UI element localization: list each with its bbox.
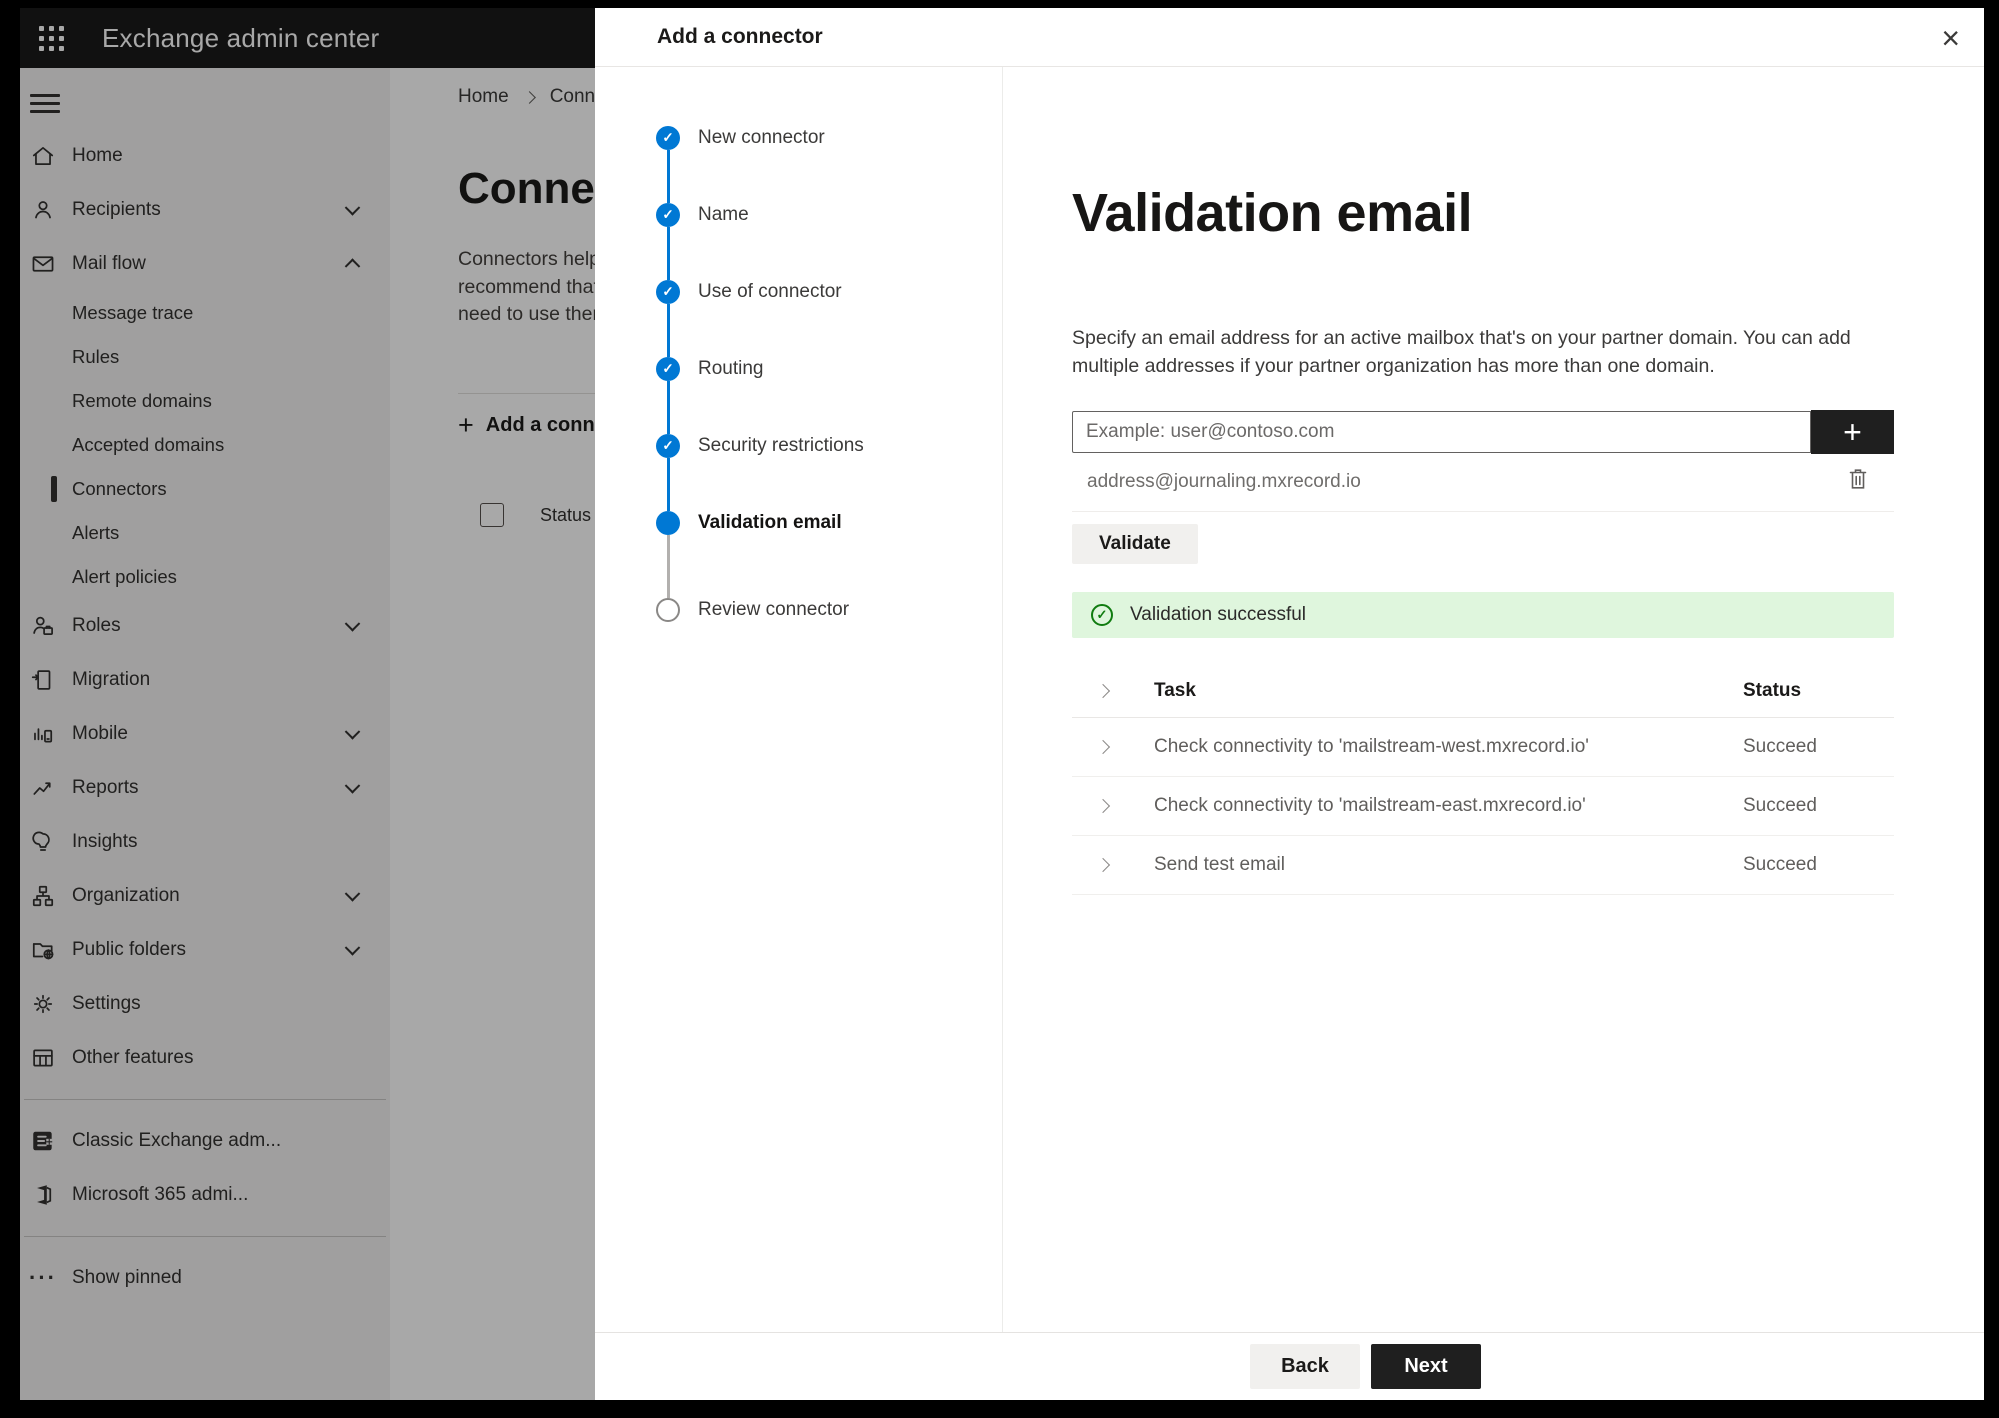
table-header-row: Task Status xyxy=(1072,665,1894,718)
step-connector-line xyxy=(666,304,670,357)
step-use-of-connector[interactable]: ✓ Use of connector xyxy=(656,280,1002,304)
plus-icon: + xyxy=(1843,414,1862,450)
step-check-icon: ✓ xyxy=(656,203,680,227)
expand-row-chevron-icon[interactable] xyxy=(1095,857,1111,873)
status-cell: Succeed xyxy=(1743,736,1817,757)
wizard-header: Add a connector × xyxy=(595,8,1984,67)
exchange-admin-app: Exchange admin center Home Recipients Ma… xyxy=(20,8,1984,1400)
success-check-icon: ✓ xyxy=(1091,604,1113,626)
next-button[interactable]: Next xyxy=(1371,1344,1481,1389)
status-cell: Succeed xyxy=(1743,854,1817,875)
step-todo-dot xyxy=(656,598,680,622)
step-security-restrictions[interactable]: ✓ Security restrictions xyxy=(656,434,1002,458)
step-connector-line xyxy=(666,535,670,598)
expand-all-chevron-icon[interactable] xyxy=(1095,683,1111,699)
close-icon[interactable]: × xyxy=(1933,12,1968,65)
address-value: address@journaling.mxrecord.io xyxy=(1087,471,1361,492)
add-connector-wizard: Add a connector × ✓ New connector ✓ Name… xyxy=(595,8,1984,1400)
step-connector-line xyxy=(666,227,670,280)
step-routing[interactable]: ✓ Routing xyxy=(656,357,1002,381)
add-address-button[interactable]: + xyxy=(1811,410,1894,454)
step-current-dot xyxy=(656,511,680,535)
wizard-footer: Back Next xyxy=(595,1332,1984,1400)
task-cell: Check connectivity to 'mailstream-east.m… xyxy=(1154,795,1586,816)
success-banner: ✓ Validation successful xyxy=(1072,592,1894,638)
step-name[interactable]: ✓ Name xyxy=(656,203,1002,227)
step-check-icon: ✓ xyxy=(656,357,680,381)
step-check-icon: ✓ xyxy=(656,434,680,458)
status-cell: Succeed xyxy=(1743,795,1817,816)
validation-tasks-table: Task Status Check connectivity to 'mails… xyxy=(1072,665,1894,895)
address-list-item: address@journaling.mxrecord.io xyxy=(1072,453,1894,512)
task-cell: Send test email xyxy=(1154,854,1285,875)
step-connector-line xyxy=(666,458,670,511)
table-row: Check connectivity to 'mailstream-east.m… xyxy=(1072,777,1894,836)
step-new-connector[interactable]: ✓ New connector xyxy=(656,126,1002,150)
delete-address-icon[interactable] xyxy=(1846,466,1870,498)
task-cell: Check connectivity to 'mailstream-west.m… xyxy=(1154,736,1589,757)
expand-row-chevron-icon[interactable] xyxy=(1095,798,1111,814)
success-banner-text: Validation successful xyxy=(1130,604,1307,625)
step-review-connector[interactable]: Review connector xyxy=(656,598,1002,622)
table-row: Check connectivity to 'mailstream-west.m… xyxy=(1072,718,1894,777)
table-row: Send test email Succeed xyxy=(1072,836,1894,895)
step-connector-line xyxy=(666,150,670,203)
back-button[interactable]: Back xyxy=(1250,1344,1360,1389)
step-check-icon: ✓ xyxy=(656,280,680,304)
expand-row-chevron-icon[interactable] xyxy=(1095,739,1111,755)
email-address-input[interactable] xyxy=(1072,411,1811,453)
wizard-title: Add a connector xyxy=(657,25,823,48)
step-check-icon: ✓ xyxy=(656,126,680,150)
task-column-header: Task xyxy=(1154,680,1196,701)
panel-heading: Validation email xyxy=(1072,183,1473,243)
wizard-steps: ✓ New connector ✓ Name ✓ Use of connecto… xyxy=(595,67,1003,1332)
status-column-header: Status xyxy=(1743,680,1802,701)
validation-email-panel: Validation email Specify an email addres… xyxy=(1003,67,1984,1332)
validate-button[interactable]: Validate xyxy=(1072,524,1198,564)
step-validation-email[interactable]: Validation email xyxy=(656,511,1002,535)
panel-description: Specify an email address for an active m… xyxy=(1072,327,1851,377)
step-connector-line xyxy=(666,381,670,434)
